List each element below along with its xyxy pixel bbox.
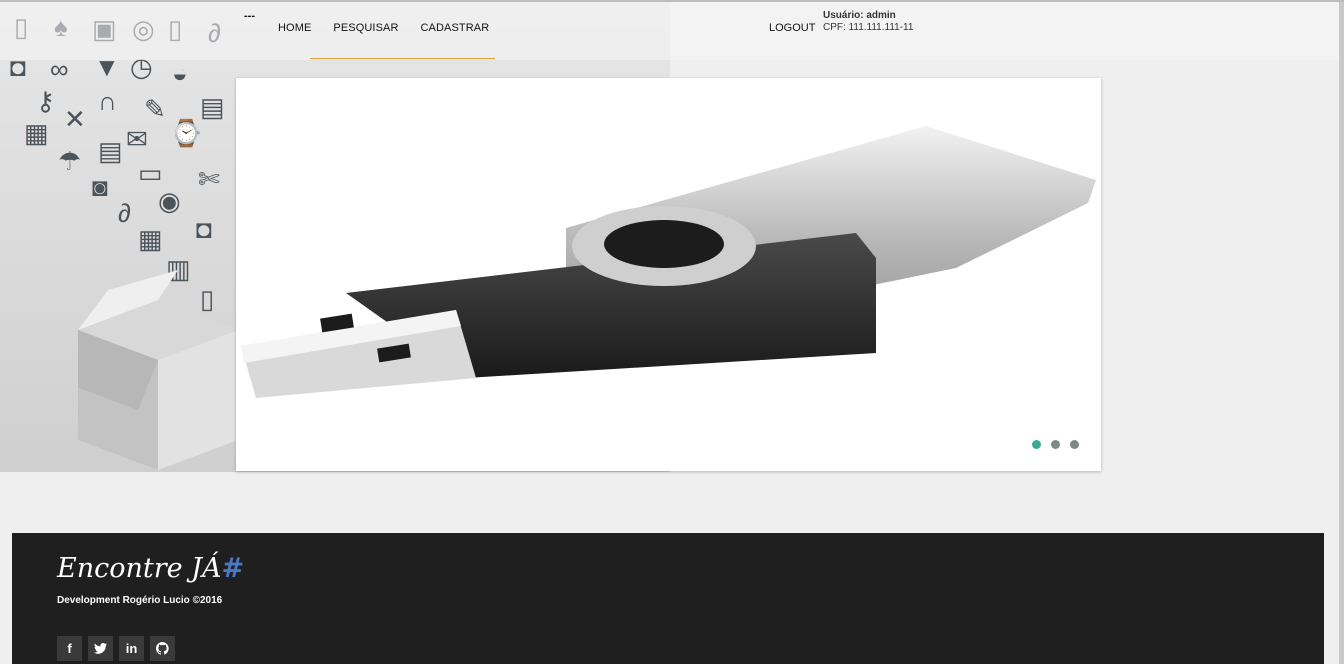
- slider-dots: [1032, 440, 1079, 449]
- brand-text: Encontre JÁ: [57, 553, 222, 584]
- slider-dot-1[interactable]: [1032, 440, 1041, 449]
- laptop-icon: ▭: [138, 158, 163, 188]
- linkedin-icon[interactable]: in: [119, 636, 144, 661]
- github-icon[interactable]: [150, 636, 175, 661]
- footer-credit: Development Rogério Lucio ©2016: [57, 595, 223, 606]
- page-scrollbar[interactable]: [1339, 2, 1344, 664]
- nav-pesquisar[interactable]: PESQUISAR: [333, 22, 398, 34]
- phone-icon: ▤: [200, 92, 225, 122]
- user-cpf: CPF: 111.111.111-11: [823, 22, 914, 33]
- header-bar: [0, 2, 1344, 60]
- bag-icon: ◙: [92, 172, 108, 202]
- nav-home[interactable]: HOME: [278, 22, 311, 34]
- bag-icon: ▦: [24, 118, 49, 148]
- footer-brand: Encontre JÁ#: [57, 553, 244, 584]
- logout-link[interactable]: LOGOUT: [769, 22, 815, 34]
- twitter-icon[interactable]: [88, 636, 113, 661]
- slider-dot-2[interactable]: [1051, 440, 1060, 449]
- nav-underline: [310, 58, 495, 59]
- tools-icon: ✕: [64, 104, 86, 134]
- key-icon: ⚷: [36, 86, 56, 116]
- pen-icon: ✎: [144, 94, 166, 124]
- page-footer: Encontre JÁ# Development Rogério Lucio ©…: [12, 533, 1324, 664]
- image-slider[interactable]: [236, 78, 1101, 471]
- main-nav: HOME PESQUISAR CADASTRAR: [278, 22, 511, 34]
- user-info: Usuário: admin CPF: 111.111.111-11: [823, 10, 913, 34]
- disc-icon: ◉: [158, 186, 181, 216]
- ruler-icon: ✄: [198, 164, 220, 194]
- brand-hash-icon: #: [221, 553, 245, 584]
- usb-drive-image: [241, 126, 1096, 398]
- social-links: f in: [57, 636, 175, 661]
- paperclip-icon: ∂: [118, 198, 131, 228]
- nav-cadastrar[interactable]: CADASTRAR: [421, 22, 490, 34]
- open-box-illustration: [78, 270, 238, 470]
- headphones-icon: ∩: [98, 86, 117, 116]
- envelope-icon: ✉: [126, 124, 148, 154]
- umbrella-icon: ☂: [58, 146, 82, 176]
- document-icon: ▤: [98, 136, 123, 166]
- helmet-icon: ◒: [172, 58, 188, 88]
- slider-dot-3[interactable]: [1070, 440, 1079, 449]
- nav-separator: ---: [244, 10, 255, 22]
- camera-icon: ◘: [196, 214, 212, 244]
- user-name: Usuário: admin: [823, 10, 896, 21]
- facebook-icon[interactable]: f: [57, 636, 82, 661]
- watch-icon: ⌚: [170, 118, 203, 148]
- calculator-icon: ▦: [138, 224, 163, 254]
